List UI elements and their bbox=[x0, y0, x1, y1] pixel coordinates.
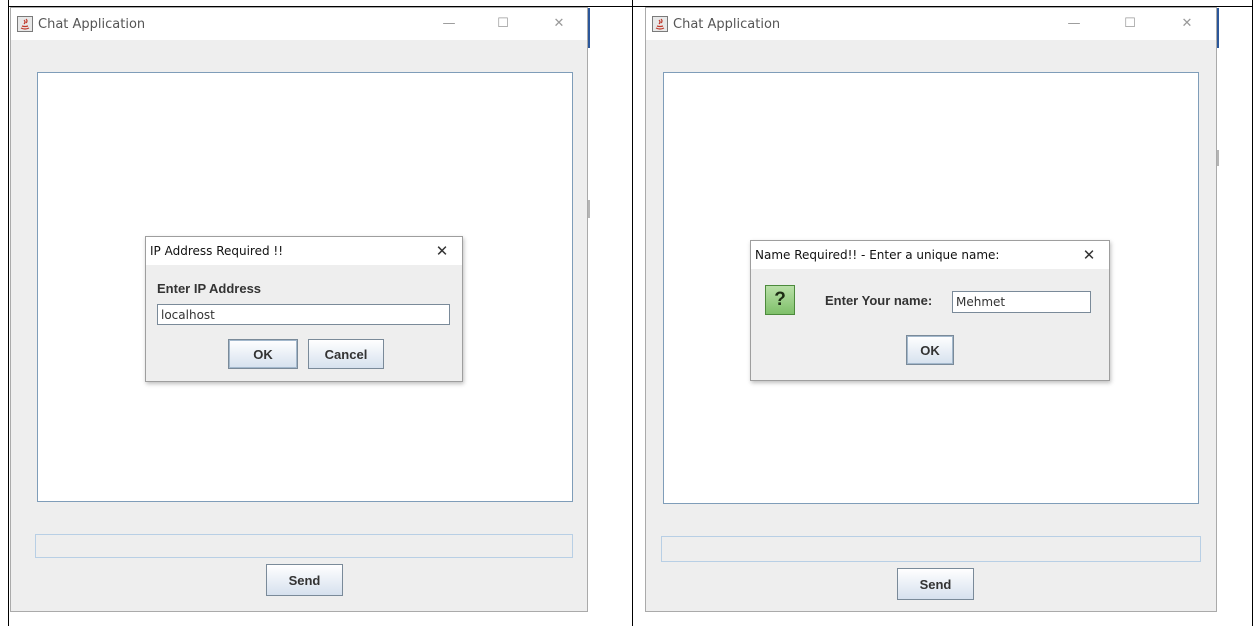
name-label: Enter Your name: bbox=[825, 293, 933, 308]
cell-border-left bbox=[8, 0, 9, 626]
right-message-input[interactable] bbox=[661, 536, 1201, 562]
name-ok-button[interactable]: OK bbox=[906, 335, 954, 365]
java-app-icon bbox=[652, 16, 668, 32]
name-input[interactable] bbox=[952, 291, 1091, 313]
name-dialog-titlebar[interactable]: Name Required!! - Enter a unique name: ✕ bbox=[751, 241, 1109, 269]
left-send-button[interactable]: Send bbox=[266, 564, 343, 596]
name-dialog-close-icon[interactable]: ✕ bbox=[1081, 247, 1097, 263]
ip-ok-button[interactable]: OK bbox=[228, 339, 298, 369]
maximize-icon[interactable]: ☐ bbox=[1122, 16, 1138, 32]
left-window-accent bbox=[588, 8, 590, 48]
maximize-icon[interactable]: ☐ bbox=[495, 16, 511, 32]
minimize-icon[interactable]: — bbox=[1066, 16, 1082, 32]
ip-address-input[interactable] bbox=[157, 304, 450, 325]
close-icon[interactable]: ✕ bbox=[1179, 16, 1195, 32]
cell-border-middle bbox=[632, 0, 633, 626]
right-window-titlebar[interactable]: Chat Application — ☐ ✕ bbox=[646, 8, 1216, 40]
minimize-icon[interactable]: — bbox=[441, 16, 457, 32]
ip-dialog-close-icon[interactable]: ✕ bbox=[434, 243, 450, 259]
java-app-icon bbox=[17, 16, 33, 32]
ip-address-dialog: IP Address Required !! ✕ Enter IP Addres… bbox=[145, 236, 463, 382]
name-required-dialog: Name Required!! - Enter a unique name: ✕… bbox=[750, 240, 1110, 381]
right-window-accent bbox=[1217, 8, 1219, 48]
left-message-input[interactable] bbox=[35, 534, 573, 558]
ip-address-label: Enter IP Address bbox=[157, 281, 262, 296]
ip-cancel-button[interactable]: Cancel bbox=[308, 339, 384, 369]
name-dialog-title: Name Required!! - Enter a unique name: bbox=[755, 248, 1000, 262]
right-send-button[interactable]: Send bbox=[897, 568, 974, 600]
close-icon[interactable]: ✕ bbox=[551, 16, 567, 32]
left-window-titlebar[interactable]: Chat Application — ☐ ✕ bbox=[11, 8, 587, 40]
ip-dialog-title: IP Address Required !! bbox=[150, 244, 284, 258]
right-window-edge-mark bbox=[1217, 150, 1219, 166]
right-window-title: Chat Application bbox=[673, 16, 781, 32]
left-window-title: Chat Application bbox=[38, 16, 146, 32]
question-icon: ? bbox=[765, 285, 795, 315]
left-window-edge-mark bbox=[588, 200, 590, 218]
ip-dialog-titlebar[interactable]: IP Address Required !! ✕ bbox=[146, 237, 462, 265]
